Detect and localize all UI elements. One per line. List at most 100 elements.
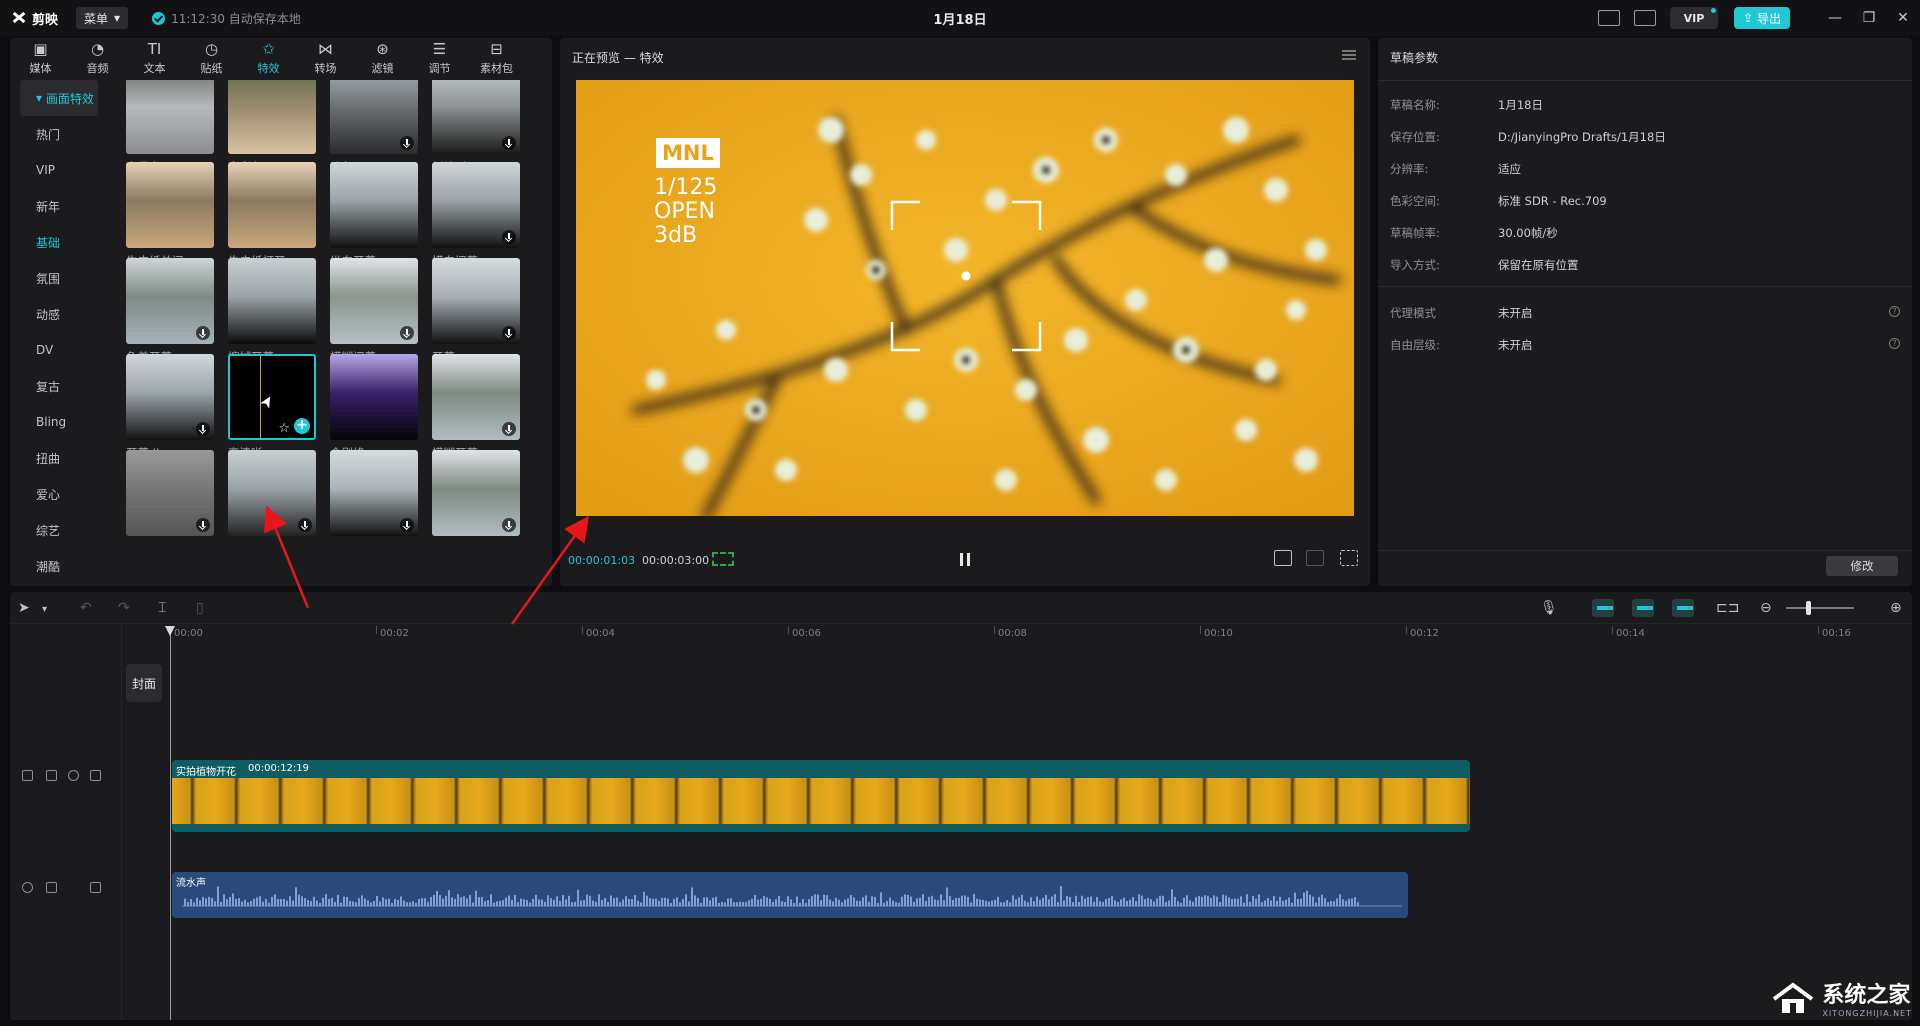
- effect-thumbnail[interactable]: [330, 450, 418, 536]
- tab-transition[interactable]: ⋈ 转场: [297, 38, 354, 80]
- help-icon[interactable]: ?: [1889, 306, 1900, 317]
- waveform-grid-icon[interactable]: [712, 552, 734, 566]
- auto-snap-button[interactable]: [1632, 599, 1654, 617]
- help-icon[interactable]: ?: [1889, 338, 1900, 349]
- tab-effects[interactable]: ✩ 特效: [240, 38, 297, 80]
- download-icon[interactable]: [502, 422, 516, 436]
- effect-thumbnail[interactable]: [126, 80, 214, 154]
- download-icon[interactable]: [196, 326, 210, 340]
- category-item[interactable]: Bling: [10, 404, 104, 440]
- effect-thumbnail[interactable]: [330, 258, 418, 344]
- category-item[interactable]: 潮酷: [10, 548, 104, 584]
- eye-icon[interactable]: [68, 770, 79, 781]
- time-ruler[interactable]: 00:00 00:02 00:04 00:06 00:08 00:10 00:12 00:14…: [170, 624, 1912, 646]
- zoom-slider-handle[interactable]: [1806, 601, 1812, 615]
- export-button[interactable]: ⇪ 导出: [1734, 7, 1790, 29]
- tab-text[interactable]: TI 文本: [126, 38, 183, 80]
- add-to-track-icon[interactable]: +: [294, 418, 310, 434]
- tab-audio[interactable]: ◔ 音频: [69, 38, 126, 80]
- effect-item[interactable]: 开幕: [432, 258, 520, 365]
- cover-button[interactable]: 封面: [126, 664, 162, 702]
- restore-icon[interactable]: ❐: [1852, 0, 1886, 36]
- effect-item[interactable]: 横向闭幕: [432, 162, 520, 269]
- video-preview[interactable]: MNL 1/125 OPEN 3dB: [576, 80, 1354, 516]
- effect-item[interactable]: [228, 450, 316, 536]
- tab-sticker[interactable]: ◷ 贴纸: [183, 38, 240, 80]
- tab-media[interactable]: ▣ 媒体: [12, 38, 69, 80]
- delete-icon[interactable]: ▯: [196, 601, 204, 615]
- effect-item[interactable]: 纵向开幕: [330, 162, 418, 269]
- minimize-icon[interactable]: —: [1818, 0, 1852, 36]
- tab-adjust[interactable]: ☰ 调节: [411, 38, 468, 80]
- effect-item[interactable]: 模糊开幕: [432, 354, 520, 461]
- effect-thumbnail[interactable]: [126, 450, 214, 536]
- vip-button[interactable]: VIP: [1670, 7, 1718, 29]
- effect-item[interactable]: 模糊闭幕: [330, 258, 418, 365]
- keyboard-shortcuts-icon[interactable]: [1598, 10, 1620, 26]
- effect-item[interactable]: 暗角: [330, 80, 418, 175]
- category-item[interactable]: 基础: [10, 224, 104, 260]
- effect-item[interactable]: [330, 450, 418, 536]
- download-icon[interactable]: [298, 518, 312, 532]
- video-clip[interactable]: 实拍植物开花 00:00:12:19: [172, 760, 1470, 832]
- category-item[interactable]: 爱心: [10, 476, 104, 512]
- effect-item[interactable]: 色差开幕: [126, 258, 214, 365]
- download-icon[interactable]: [502, 136, 516, 150]
- volume-icon[interactable]: [90, 770, 101, 781]
- category-item[interactable]: 新年: [10, 188, 104, 224]
- effect-thumbnail[interactable]: [126, 162, 214, 248]
- effect-thumbnail[interactable]: [126, 354, 214, 440]
- download-icon[interactable]: [400, 326, 414, 340]
- category-item[interactable]: 氛围: [10, 260, 104, 296]
- chevron-down-icon[interactable]: ▾: [42, 603, 47, 617]
- tab-filter[interactable]: ⊛ 滤镜: [354, 38, 411, 80]
- layout-icon[interactable]: [1634, 10, 1656, 26]
- effect-item[interactable]: 变黑白: [126, 80, 214, 175]
- effect-thumbnail[interactable]: [330, 80, 418, 154]
- effect-item[interactable]: [432, 450, 520, 536]
- effect-item[interactable]: [126, 450, 214, 536]
- ratio-icon[interactable]: [1306, 550, 1324, 566]
- category-item[interactable]: 综艺: [10, 512, 104, 548]
- effect-thumbnail[interactable]: ➤ ☆ +: [228, 354, 316, 440]
- effect-item[interactable]: 变彩色: [228, 80, 316, 175]
- download-icon[interactable]: [196, 518, 210, 532]
- category-screen-effects[interactable]: ▾ 画面特效: [20, 80, 98, 116]
- effect-item[interactable]: 倒计时: [432, 80, 520, 175]
- effect-thumbnail[interactable]: [432, 450, 520, 536]
- lock-icon[interactable]: [46, 770, 57, 781]
- zoom-in-icon[interactable]: ⊕: [1890, 601, 1902, 615]
- category-item[interactable]: 动感: [10, 296, 104, 332]
- audio-clip[interactable]: 流水声: [172, 872, 1408, 918]
- effect-item[interactable]: 全剧终: [330, 354, 418, 461]
- effect-item[interactable]: 牛皮纸打开: [228, 162, 316, 269]
- linkage-button[interactable]: [1672, 599, 1694, 617]
- effect-thumbnail[interactable]: [432, 162, 520, 248]
- effect-thumbnail[interactable]: [228, 80, 316, 154]
- effect-thumbnail[interactable]: [432, 354, 520, 440]
- effect-thumbnail[interactable]: [330, 354, 418, 440]
- playhead[interactable]: [170, 626, 171, 1020]
- screenshot-icon[interactable]: [1274, 550, 1292, 566]
- effect-thumbnail[interactable]: [228, 450, 316, 536]
- category-item[interactable]: 复古: [10, 368, 104, 404]
- effect-thumbnail[interactable]: [330, 162, 418, 248]
- effect-item[interactable]: 开幕 II: [126, 354, 214, 461]
- fullscreen-icon[interactable]: [1340, 550, 1358, 566]
- category-item[interactable]: DV: [10, 332, 104, 368]
- favorite-star-icon[interactable]: ☆: [278, 421, 290, 436]
- download-icon[interactable]: [400, 136, 414, 150]
- select-cursor-icon[interactable]: ➤: [18, 601, 30, 615]
- microphone-icon[interactable]: 🎙: [1540, 601, 1558, 615]
- category-item[interactable]: 扭曲: [10, 440, 104, 476]
- effect-thumbnail[interactable]: [228, 258, 316, 344]
- download-icon[interactable]: [196, 422, 210, 436]
- menu-icon[interactable]: [1342, 50, 1356, 60]
- zoom-out-icon[interactable]: ⊖: [1760, 601, 1772, 615]
- effect-item[interactable]: 擦拭开幕: [228, 258, 316, 365]
- pause-icon[interactable]: [960, 553, 970, 566]
- category-item[interactable]: 热门: [10, 116, 104, 152]
- main-menu-button[interactable]: 菜单 ▾: [76, 7, 129, 29]
- effect-thumbnail[interactable]: [432, 80, 520, 154]
- effect-thumbnail[interactable]: [228, 162, 316, 248]
